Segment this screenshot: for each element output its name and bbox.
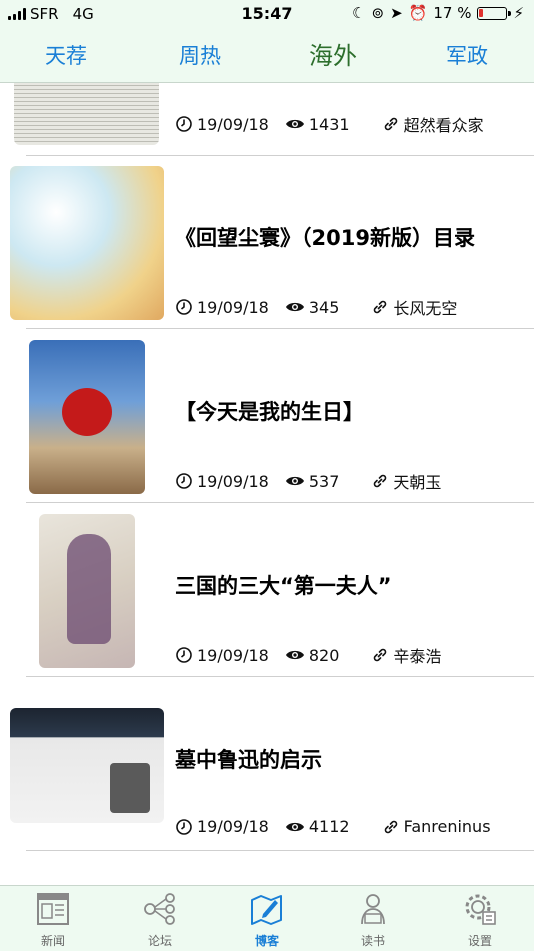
bottom-tab-forum[interactable]: 论坛: [120, 892, 200, 949]
post-views: 345: [308, 297, 340, 317]
post-author[interactable]: 天朝玉: [393, 469, 441, 493]
battery-icon: [477, 6, 512, 20]
link-icon: [374, 648, 387, 662]
bottom-tab-reading[interactable]: 读书: [333, 892, 413, 949]
battery-percent: 17 %: [433, 4, 472, 22]
alarm-icon: ⏰: [408, 4, 428, 22]
post-author[interactable]: 长风无空: [393, 295, 457, 319]
post-thumbnail: [29, 340, 145, 494]
link-icon: [384, 117, 397, 131]
bottom-tab-news[interactable]: 新闻: [13, 892, 93, 949]
list-item[interactable]: 【今天是我的生日】 19/09/18 537 天朝玉: [0, 330, 534, 503]
eye-icon: [285, 822, 304, 831]
list-item[interactable]: 19/09/18 1431 超然看众家: [0, 83, 534, 156]
forum-network-icon: [144, 893, 175, 925]
clock-icon: [176, 473, 192, 489]
bottom-tab-bar: 新闻 论坛 博客 读书 设置: [0, 885, 534, 951]
post-author[interactable]: 辛泰浩: [393, 643, 441, 667]
bottom-tab-blog[interactable]: 博客: [227, 892, 307, 949]
post-date: 19/09/18: [197, 471, 269, 491]
bottom-tab-label: 设置: [467, 934, 492, 948]
list-item[interactable]: 墓中鲁迅的启示 19/09/18 4112 Fanreninus: [0, 678, 534, 851]
post-author[interactable]: 超然看众家: [404, 112, 484, 136]
post-title[interactable]: 三国的三大“第一夫人”: [175, 570, 392, 600]
post-title[interactable]: 【今天是我的生日】: [175, 396, 364, 426]
post-meta: 19/09/18 4112 Fanreninus: [175, 817, 491, 836]
tab-military-politics[interactable]: 军政: [427, 36, 507, 76]
clock-icon: [176, 299, 192, 315]
bottom-tab-label: 论坛: [147, 934, 172, 948]
list-item[interactable]: 三国的三大“第一夫人” 19/09/18 820 辛泰浩: [0, 504, 534, 677]
bottom-tab-label: 新闻: [40, 934, 65, 948]
reader-person-icon: [361, 894, 385, 925]
category-tabs: 天荐 周热 海外 军政: [0, 36, 534, 76]
bottom-tab-label: 读书: [360, 934, 385, 948]
post-meta: 19/09/18 537 天朝玉: [175, 469, 441, 493]
bottom-tab-settings[interactable]: 设置: [440, 892, 520, 949]
clock-icon: [176, 647, 192, 663]
settings-gear-icon: [465, 894, 496, 925]
post-thumbnail: [10, 708, 164, 823]
post-views: 4112: [308, 817, 350, 836]
post-meta: 19/09/18 820 辛泰浩: [175, 643, 441, 667]
tab-recommended[interactable]: 天荐: [26, 36, 106, 76]
tab-overseas[interactable]: 海外: [293, 36, 373, 76]
post-meta: 19/09/18 345 长风无空: [175, 295, 457, 319]
post-date: 19/09/18: [197, 645, 269, 665]
post-views: 820: [308, 645, 340, 665]
post-author[interactable]: Fanreninus: [404, 817, 491, 836]
blog-map-pen-icon: [251, 895, 282, 925]
charging-bolt-icon: ⚡: [513, 4, 524, 22]
tab-weekly-hot[interactable]: 周热: [160, 36, 240, 76]
post-title[interactable]: 《回望尘寰》（2019新版）目录: [175, 222, 475, 252]
eye-icon: [285, 119, 304, 129]
bottom-tab-label: 博客: [254, 934, 279, 948]
moon-icon: ☾: [352, 4, 366, 22]
newspaper-icon: [37, 893, 69, 925]
post-views: 537: [308, 471, 340, 491]
top-header: SFR 4G 15:47 ☾ ⊚ ➤ ⏰ 17 % ⚡ 天荐 周热 海外 军政: [0, 0, 534, 83]
link-icon: [374, 474, 387, 488]
status-bar: SFR 4G 15:47 ☾ ⊚ ➤ ⏰ 17 % ⚡: [0, 0, 534, 28]
location-arrow-icon: ➤: [390, 4, 403, 22]
clock-icon: [176, 818, 192, 835]
post-title[interactable]: 墓中鲁迅的启示: [175, 744, 322, 774]
eye-icon: [285, 476, 304, 486]
link-icon: [374, 300, 387, 314]
post-views: 1431: [308, 114, 350, 134]
post-meta: 19/09/18 1431 超然看众家: [175, 112, 484, 136]
eye-icon: [285, 302, 304, 312]
rotation-lock-icon: ⊚: [371, 4, 385, 22]
post-date: 19/09/18: [197, 817, 269, 836]
post-thumbnail: [14, 83, 159, 145]
eye-icon: [285, 650, 304, 660]
post-date: 19/09/18: [197, 114, 269, 134]
post-date: 19/09/18: [197, 297, 269, 317]
list-item[interactable]: 《回望尘寰》（2019新版）目录 19/09/18 345 长风无空: [0, 156, 534, 329]
post-thumbnail: [39, 514, 135, 668]
post-list: 19/09/18 1431 超然看众家 《回望尘寰》（2019新版）目录 19/…: [0, 83, 534, 885]
link-icon: [384, 820, 397, 833]
post-thumbnail: [10, 166, 164, 320]
clock-icon: [176, 116, 192, 132]
